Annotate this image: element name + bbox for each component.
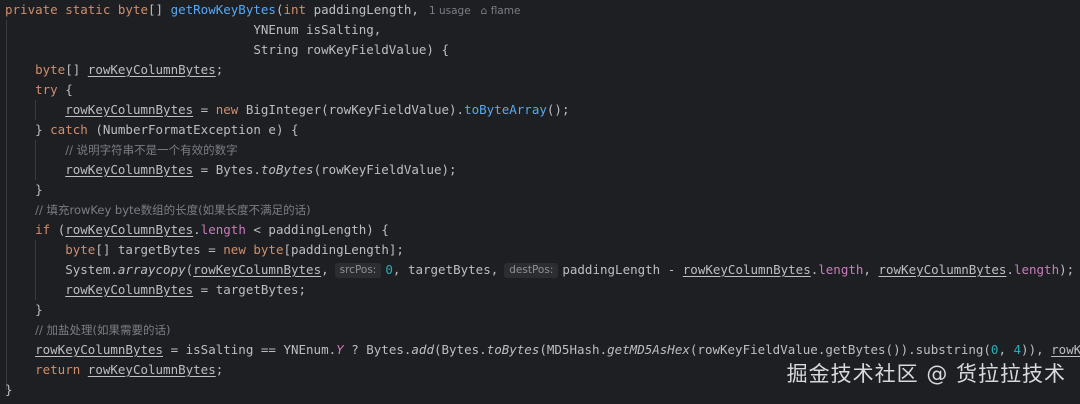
code-line[interactable]: } [5,380,13,400]
code-line[interactable]: } catch (NumberFormatException e) { [5,120,298,140]
param-hint-dest-pos: destPos: [504,263,559,278]
code-line[interactable]: return rowKeyColumnBytes; [5,360,223,380]
code-line[interactable]: private static byte[] getRowKeyBytes(int… [5,0,520,20]
code-line[interactable]: rowKeyColumnBytes = Bytes.toBytes(rowKey… [5,160,456,180]
param-hint-src-pos: srcPos: [334,263,382,278]
comment-invalid-number: // 说明字符串不是一个有效的数字 [65,143,238,157]
code-line[interactable]: rowKeyColumnBytes = isSalting == YNEnum.… [5,340,1080,360]
code-line[interactable]: byte[] targetBytes = new byte[paddingLen… [5,240,404,260]
code-line[interactable]: } [5,300,43,320]
code-line[interactable]: String rowKeyFieldValue) { [5,40,449,60]
code-line[interactable]: } [5,180,43,200]
code-line[interactable]: // 填充rowKey byte数组的长度(如果长度不满足的话) [5,200,311,220]
code-line[interactable]: try { [5,80,73,100]
usages-hint[interactable]: 1 usage [419,5,471,17]
code-line[interactable]: rowKeyColumnBytes = new BigInteger(rowKe… [5,100,569,120]
user-icon: ⌂ [480,5,488,17]
code-line[interactable]: rowKeyColumnBytes = targetBytes; [5,280,306,300]
author-hint[interactable]: ⌂ flame [471,5,521,17]
code-line[interactable]: byte[] rowKeyColumnBytes; [5,60,223,80]
code-line[interactable]: // 加盐处理(如果需要的话) [5,320,171,340]
code-line[interactable]: if (rowKeyColumnBytes.length < paddingLe… [5,220,389,240]
watermark: 掘金技术社区 @ 货拉拉技术 [786,362,1066,386]
code-line[interactable]: // 说明字符串不是一个有效的数字 [5,140,238,160]
code-line[interactable]: System.arraycopy(rowKeyColumnBytes, srcPo… [5,260,1074,280]
code-editor[interactable]: private static byte[] getRowKeyBytes(int… [0,0,1080,404]
comment-salting: // 加盐处理(如果需要的话) [35,323,171,337]
code-line[interactable]: YNEnum isSalting, [5,20,381,40]
comment-fill-bytes: // 填充rowKey byte数组的长度(如果长度不满足的话) [35,203,311,217]
